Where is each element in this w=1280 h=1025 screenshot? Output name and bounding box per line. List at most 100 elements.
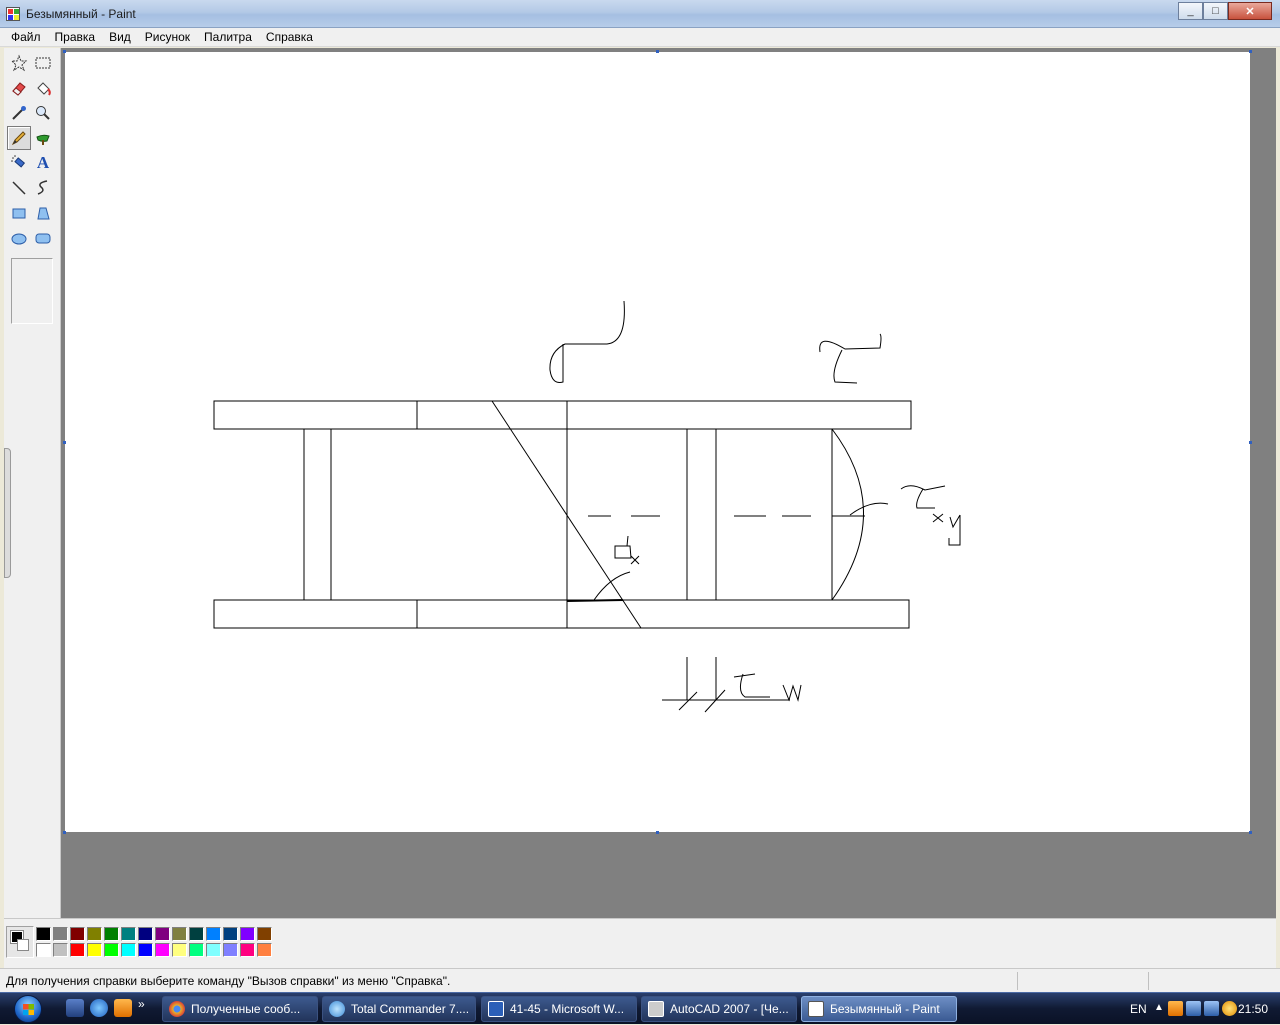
task-autocad[interactable]: AutoCAD 2007 - [Че... bbox=[641, 996, 797, 1022]
color-swatch[interactable] bbox=[138, 943, 153, 957]
task-chrome[interactable]: Полученные сооб... bbox=[162, 996, 318, 1022]
polygon-tool[interactable] bbox=[31, 201, 55, 225]
color-swatch[interactable] bbox=[121, 927, 136, 941]
brush-tool[interactable] bbox=[31, 126, 55, 150]
color-swatch[interactable] bbox=[87, 927, 102, 941]
menu-image[interactable]: Рисунок bbox=[138, 28, 197, 46]
color-swatch[interactable] bbox=[223, 943, 238, 957]
shear-parabola bbox=[831, 428, 864, 601]
color-swatch[interactable] bbox=[257, 943, 272, 957]
color-swatch[interactable] bbox=[36, 943, 51, 957]
task-total-commander[interactable]: Total Commander 7.... bbox=[322, 996, 476, 1022]
rounded-rect-icon bbox=[35, 233, 51, 244]
line-tool[interactable] bbox=[7, 176, 31, 200]
status-bar: Для получения справки выберите команду "… bbox=[0, 968, 1280, 992]
background-color[interactable] bbox=[17, 939, 29, 951]
text-tool[interactable]: A bbox=[31, 151, 55, 175]
media-tray-icon[interactable] bbox=[1168, 1001, 1183, 1016]
color-swatch[interactable] bbox=[70, 927, 85, 941]
rect-select-tool[interactable] bbox=[31, 51, 55, 75]
minimize-button[interactable]: _ bbox=[1178, 2, 1203, 20]
color-swatch[interactable] bbox=[172, 927, 187, 941]
window-body: A bbox=[4, 48, 1276, 968]
task-paint[interactable]: Безымянный - Paint bbox=[801, 996, 957, 1022]
pencil-icon bbox=[11, 131, 26, 146]
paint-icon bbox=[808, 1001, 824, 1017]
canvas-handle[interactable] bbox=[1249, 50, 1252, 53]
color-swatch[interactable] bbox=[189, 943, 204, 957]
eraser-tool[interactable] bbox=[7, 76, 31, 100]
rounded-rect-tool[interactable] bbox=[31, 226, 55, 250]
menu-view[interactable]: Вид bbox=[102, 28, 138, 46]
canvas-handle[interactable] bbox=[63, 441, 66, 444]
airbrush-icon bbox=[11, 155, 26, 168]
side-panel-grip[interactable] bbox=[4, 448, 11, 578]
curve-tool[interactable] bbox=[31, 176, 55, 200]
window-controls: _ □ ✕ bbox=[1178, 2, 1272, 20]
close-button[interactable]: ✕ bbox=[1228, 2, 1272, 20]
current-colors[interactable] bbox=[6, 926, 34, 958]
paint-app-icon[interactable] bbox=[6, 7, 20, 21]
pick-color-tool[interactable] bbox=[7, 101, 31, 125]
magnifier-icon bbox=[36, 106, 50, 120]
quicklaunch-more[interactable]: » bbox=[138, 997, 145, 1011]
color-swatch[interactable] bbox=[138, 927, 153, 941]
tool-options-panel[interactable] bbox=[11, 258, 53, 324]
color-swatch[interactable] bbox=[206, 943, 221, 957]
menu-edit[interactable]: Правка bbox=[48, 28, 103, 46]
system-tray: EN ▲ 21:50 bbox=[1110, 993, 1280, 1025]
color-swatch[interactable] bbox=[104, 927, 119, 941]
color-swatch[interactable] bbox=[53, 927, 68, 941]
color-swatch[interactable] bbox=[36, 927, 51, 941]
color-swatch[interactable] bbox=[223, 927, 238, 941]
network-tray-icon[interactable] bbox=[1186, 1001, 1201, 1016]
tray-expand-icon[interactable]: ▲ bbox=[1154, 1002, 1164, 1013]
clock[interactable]: 21:50 bbox=[1238, 1002, 1268, 1016]
free-select-tool[interactable] bbox=[7, 51, 31, 75]
color-swatch[interactable] bbox=[257, 927, 272, 941]
color-swatch[interactable] bbox=[155, 927, 170, 941]
task-word[interactable]: 41-45 - Microsoft W... bbox=[481, 996, 637, 1022]
maximize-button[interactable]: □ bbox=[1203, 2, 1228, 20]
canvas-handle[interactable] bbox=[1249, 831, 1252, 834]
color-swatch[interactable] bbox=[53, 943, 68, 957]
task-label: Total Commander 7.... bbox=[351, 1002, 470, 1016]
color-swatch[interactable] bbox=[104, 943, 119, 957]
color-swatch[interactable] bbox=[121, 943, 136, 957]
color-swatch[interactable] bbox=[70, 943, 85, 957]
display-tray-icon[interactable] bbox=[1204, 1001, 1219, 1016]
update-tray-icon[interactable] bbox=[1222, 1001, 1237, 1016]
color-swatch[interactable] bbox=[206, 927, 221, 941]
color-swatch[interactable] bbox=[240, 927, 255, 941]
menu-colors[interactable]: Палитра bbox=[197, 28, 259, 46]
color-palette bbox=[4, 918, 1276, 968]
fill-tool[interactable] bbox=[31, 76, 55, 100]
rectangle-icon bbox=[12, 208, 26, 219]
canvas-handle[interactable] bbox=[63, 831, 66, 834]
airbrush-tool[interactable] bbox=[7, 151, 31, 175]
drawing-canvas[interactable] bbox=[63, 50, 1252, 834]
canvas-handle[interactable] bbox=[1249, 441, 1252, 444]
language-indicator[interactable]: EN bbox=[1130, 1002, 1147, 1016]
color-swatch[interactable] bbox=[172, 943, 187, 957]
color-swatch[interactable] bbox=[240, 943, 255, 957]
canvas-handle[interactable] bbox=[656, 831, 659, 834]
show-desktop-icon[interactable] bbox=[66, 999, 84, 1017]
ellipse-tool[interactable] bbox=[7, 226, 31, 250]
media-player-icon[interactable] bbox=[114, 999, 132, 1017]
internet-explorer-icon[interactable] bbox=[90, 999, 108, 1017]
window-title: Безымянный - Paint bbox=[26, 7, 136, 21]
start-button[interactable] bbox=[2, 994, 54, 1024]
color-swatch[interactable] bbox=[155, 943, 170, 957]
menu-help[interactable]: Справка bbox=[259, 28, 320, 46]
pencil-tool[interactable] bbox=[7, 126, 31, 150]
canvas-handle[interactable] bbox=[656, 50, 659, 53]
menu-file[interactable]: Файл bbox=[4, 28, 48, 46]
magnifier-tool[interactable] bbox=[31, 101, 55, 125]
rectangle-tool[interactable] bbox=[7, 201, 31, 225]
canvas-handle[interactable] bbox=[63, 50, 66, 53]
color-swatch[interactable] bbox=[189, 927, 204, 941]
color-swatch[interactable] bbox=[87, 943, 102, 957]
polygon-icon bbox=[37, 207, 50, 220]
eraser-icon bbox=[12, 82, 26, 96]
